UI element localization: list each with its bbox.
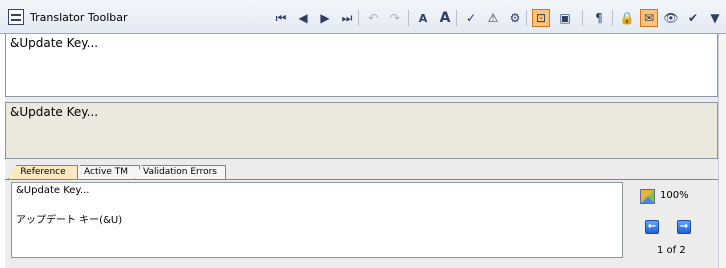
toolbar-separator [582, 10, 583, 26]
approve-icon[interactable]: ✔ [684, 9, 702, 27]
toolbar-separator [526, 10, 527, 26]
first-segment-icon[interactable]: ⏮ [272, 9, 290, 27]
tab-active-tm-label: Active TM [84, 167, 128, 177]
preview-icon[interactable]: 👁 [662, 9, 680, 27]
paragraph-marks-icon[interactable]: ¶ [590, 9, 608, 27]
lock-icon[interactable]: 🔒 [618, 9, 636, 27]
reference-target-text: アップデート キー(&U) [16, 215, 123, 226]
insert-tag-icon[interactable]: ▣ [556, 9, 574, 27]
increase-font-icon[interactable]: A [436, 9, 454, 27]
spellcheck-icon[interactable]: ✓ [462, 9, 480, 27]
tab-reference[interactable]: Reference [8, 165, 78, 179]
source-text: &Update Key... [10, 36, 99, 50]
target-text: &Update Key... [10, 105, 99, 119]
previous-match-button[interactable]: ← [645, 220, 659, 234]
target-editor[interactable]: &Update Key... [5, 103, 718, 159]
tab-divider [5, 179, 718, 180]
tab-validation-errors[interactable]: Validation Errors [134, 165, 226, 179]
match-navigation: 100% ← → 1 of 2 [640, 189, 712, 261]
toolbar-separator [358, 10, 359, 26]
translator-toolbar-icon [8, 9, 24, 25]
decrease-font-icon[interactable]: A [414, 9, 432, 27]
view-markup-icon[interactable]: ⊡ [532, 9, 550, 27]
toolbar-title: Translator Toolbar [30, 10, 128, 24]
toolbar-separator [612, 10, 613, 26]
match-quality-icon [640, 189, 655, 204]
tab-reference-label: Reference [20, 167, 66, 177]
translator-toolbar: Translator Toolbar ⏮ ◀ ▶ ⏭ ↶ ↷ A A ✓ ⚠ ⚙ ⊡ ▣ ¶ 🔒 ✉ 👁 ✔ ▼ [0, 0, 726, 34]
toolbar-separator [456, 10, 457, 26]
match-page-indicator: 1 of 2 [657, 245, 686, 256]
filter-icon[interactable]: ▼ [706, 9, 724, 27]
next-match-button[interactable]: → [677, 220, 691, 234]
right-scroll-strip [718, 34, 726, 268]
email-icon[interactable]: ✉ [640, 9, 658, 27]
validate-icon[interactable]: ⚙ [506, 9, 524, 27]
toolbar-separator [408, 10, 409, 26]
last-segment-icon[interactable]: ⏭ [338, 9, 356, 27]
toolbar-title-group: Translator Toolbar [8, 9, 128, 25]
warning-icon[interactable]: ⚠ [484, 9, 502, 27]
reference-content: &Update Key... アップデート キー(&U) [11, 182, 623, 258]
reference-source-text: &Update Key... [16, 185, 90, 196]
undo-icon[interactable]: ↶ [364, 9, 382, 27]
match-percent: 100% [660, 190, 689, 201]
tab-validation-errors-label: Validation Errors [143, 167, 217, 177]
tab-active-tm[interactable]: Active TM [72, 165, 140, 179]
reference-panel: Reference Active TM Validation Errors &U… [5, 159, 718, 268]
redo-icon[interactable]: ↷ [386, 9, 404, 27]
previous-segment-icon[interactable]: ◀ [294, 9, 312, 27]
source-editor[interactable]: &Update Key... [5, 34, 718, 97]
next-segment-icon[interactable]: ▶ [316, 9, 334, 27]
